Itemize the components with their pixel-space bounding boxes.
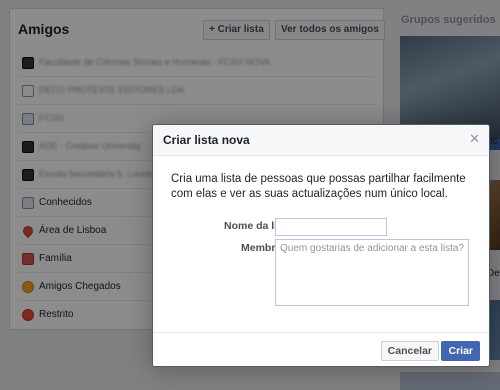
- dialog-title: Criar lista nova: [163, 133, 250, 147]
- list-name-input[interactable]: [275, 218, 387, 236]
- create-button[interactable]: Criar: [441, 341, 480, 361]
- dialog-header: Criar lista nova ✕: [153, 125, 489, 156]
- cancel-button[interactable]: Cancelar: [380, 341, 439, 361]
- close-icon[interactable]: ✕: [469, 132, 480, 146]
- dialog-footer: Cancelar Criar: [153, 332, 489, 366]
- members-input[interactable]: Quem gostarias de adicionar a esta lista…: [275, 239, 469, 306]
- dialog-description: Cria uma lista de pessoas que possas par…: [171, 173, 466, 200]
- create-list-dialog: Criar lista nova ✕ Cria uma lista de pes…: [152, 124, 490, 367]
